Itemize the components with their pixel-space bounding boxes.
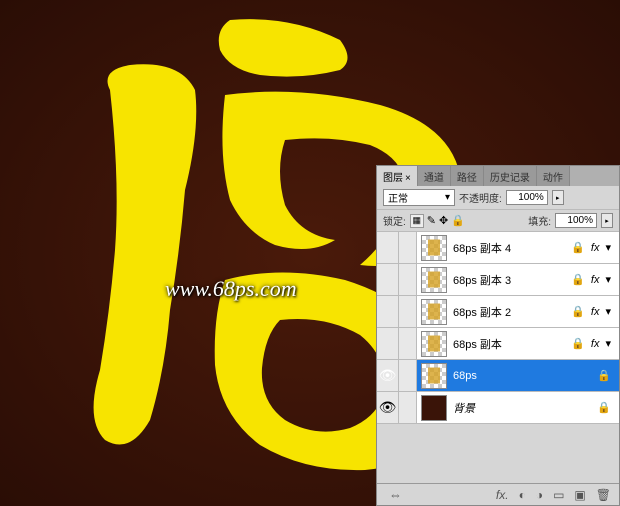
fx-badge[interactable]: fx: [591, 242, 600, 254]
link-column[interactable]: [399, 264, 417, 295]
lock-icon: 🔒: [571, 273, 585, 286]
tab-history[interactable]: 历史记录: [484, 166, 537, 186]
visibility-toggle[interactable]: [377, 232, 399, 263]
group-icon[interactable]: ▭: [553, 488, 564, 502]
link-column[interactable]: [399, 328, 417, 359]
layer-name-label[interactable]: 68ps 副本 3: [453, 272, 571, 288]
layer-row[interactable]: 68ps 副本 3 🔒 fx ▾: [377, 264, 619, 296]
tab-paths[interactable]: 路径: [451, 166, 484, 186]
tab-layers[interactable]: 图层×: [377, 166, 418, 186]
layers-list: 68ps 副本 4 🔒 fx ▾ 68ps 副本 3 🔒 fx ▾ 68ps 副本 …: [377, 232, 619, 483]
layer-name-label[interactable]: 背景: [453, 400, 597, 416]
layers-panel: 图层× 通道 路径 历史记录 动作 正常▾ 不透明度: 100% ▸ 锁定: ▦…: [376, 165, 620, 506]
lock-transparency-icon[interactable]: ▦: [410, 214, 424, 228]
layer-status-icons: 🔒 fx ▾: [571, 241, 619, 254]
layer-name-label[interactable]: 68ps 副本 2: [453, 304, 571, 320]
lock-all-icon[interactable]: 🔒: [451, 214, 465, 227]
opacity-flyout-button[interactable]: ▸: [552, 190, 564, 205]
link-layers-icon[interactable]: ⇔: [389, 487, 402, 502]
fx-badge[interactable]: fx: [591, 306, 600, 318]
layer-name-label[interactable]: 68ps 副本: [453, 336, 571, 352]
link-column[interactable]: [399, 360, 417, 391]
layer-status-icons: 🔒 fx ▾: [571, 305, 619, 318]
panel-tabs: 图层× 通道 路径 历史记录 动作: [377, 166, 619, 186]
layer-thumbnail[interactable]: [421, 331, 447, 357]
visibility-toggle[interactable]: [377, 328, 399, 359]
fx-badge[interactable]: fx: [591, 274, 600, 286]
adjustment-layer-icon[interactable]: ◑: [536, 488, 543, 502]
move-lock-icon[interactable]: ✥: [439, 214, 448, 227]
tab-actions[interactable]: 动作: [537, 166, 570, 186]
layers-bottom-toolbar: ⇔ fx. ◐ ◑ ▭ ▣ 🗑: [377, 483, 619, 505]
layer-thumbnail[interactable]: [421, 299, 447, 325]
lock-icon: 🔒: [571, 305, 585, 318]
fx-icon[interactable]: fx.: [496, 488, 509, 502]
visibility-toggle[interactable]: [377, 296, 399, 327]
lock-icon: 🔒: [597, 369, 611, 382]
layer-row[interactable]: 68ps 副本 🔒 fx ▾: [377, 328, 619, 360]
link-column[interactable]: [399, 296, 417, 327]
mask-icon[interactable]: ◐: [519, 488, 526, 502]
fill-input[interactable]: 100%: [555, 213, 597, 228]
lock-icon: 🔒: [597, 401, 611, 414]
blend-mode-select[interactable]: 正常▾: [383, 189, 455, 206]
layer-status-icons: 🔒 fx ▾: [571, 273, 619, 286]
chevron-down-icon[interactable]: ▾: [605, 273, 611, 286]
layer-name-label[interactable]: 68ps 副本 4: [453, 240, 571, 256]
lock-icon: 🔒: [571, 337, 585, 350]
layer-thumbnail[interactable]: [421, 363, 447, 389]
lock-icon: 🔒: [571, 241, 585, 254]
tab-channels[interactable]: 通道: [418, 166, 451, 186]
fill-label: 填充:: [528, 213, 551, 228]
layer-thumbnail[interactable]: [421, 395, 447, 421]
layer-thumbnail[interactable]: [421, 267, 447, 293]
lock-controls: ▦ ✎ ✥ 🔒: [410, 214, 465, 228]
fx-badge[interactable]: fx: [591, 338, 600, 350]
opacity-input[interactable]: 100%: [506, 190, 548, 205]
layer-name-label[interactable]: 68ps: [453, 370, 597, 382]
layer-row[interactable]: 68ps 副本 2 🔒 fx ▾: [377, 296, 619, 328]
opacity-label: 不透明度:: [459, 190, 502, 205]
visibility-toggle[interactable]: 👁: [377, 360, 399, 391]
link-column[interactable]: [399, 232, 417, 263]
link-column[interactable]: [399, 392, 417, 423]
chevron-down-icon: ▾: [445, 192, 450, 203]
chevron-down-icon[interactable]: ▾: [605, 305, 611, 318]
watermark-text: www.68ps.com: [165, 276, 297, 302]
brush-icon[interactable]: ✎: [427, 214, 436, 227]
chevron-down-icon[interactable]: ▾: [605, 241, 611, 254]
lock-label: 锁定:: [383, 213, 406, 228]
layer-row[interactable]: 👁 68ps 🔒: [377, 360, 619, 392]
layer-status-icons: 🔒: [597, 369, 619, 382]
close-icon[interactable]: ×: [405, 173, 411, 184]
layer-status-icons: 🔒: [597, 401, 619, 414]
new-layer-icon[interactable]: ▣: [574, 488, 585, 502]
trash-icon[interactable]: 🗑: [596, 488, 611, 502]
chevron-down-icon[interactable]: ▾: [605, 337, 611, 350]
visibility-toggle[interactable]: [377, 264, 399, 295]
layer-row[interactable]: 68ps 副本 4 🔒 fx ▾: [377, 232, 619, 264]
layer-row[interactable]: 👁 背景 🔒: [377, 392, 619, 424]
layer-status-icons: 🔒 fx ▾: [571, 337, 619, 350]
layer-thumbnail[interactable]: [421, 235, 447, 261]
fill-flyout-button[interactable]: ▸: [601, 213, 613, 228]
visibility-toggle[interactable]: 👁: [377, 392, 399, 423]
